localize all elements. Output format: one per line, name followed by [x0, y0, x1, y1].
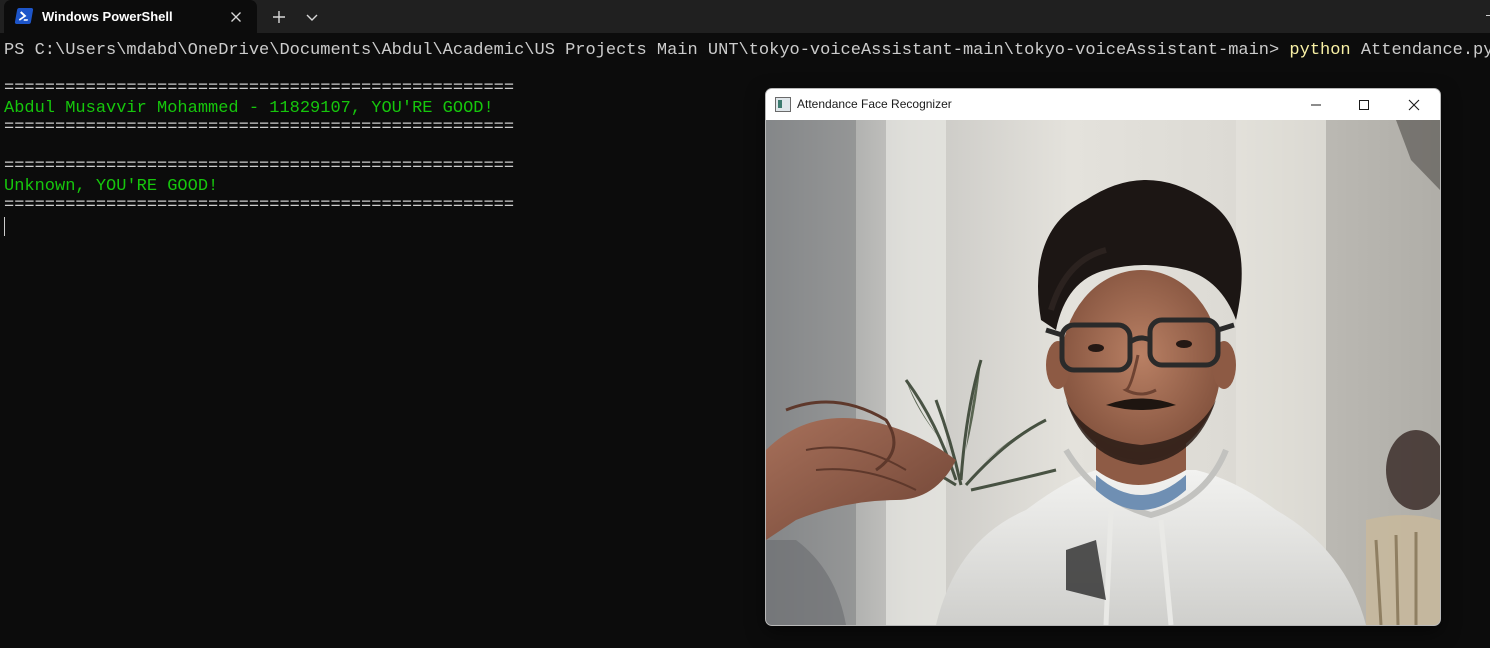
tab-windows-powershell[interactable]: Windows PowerShell: [4, 0, 257, 33]
command-argument: Attendance.py: [1350, 41, 1490, 60]
window-titlebar[interactable]: Attendance Face Recognizer: [766, 89, 1440, 120]
text-cursor: [4, 217, 5, 236]
window-minimize-edge[interactable]: [1486, 15, 1490, 16]
attendance-face-recognizer-window[interactable]: Attendance Face Recognizer: [765, 88, 1441, 626]
tab-bar: Windows PowerShell: [0, 0, 1490, 33]
command-line: PS C:\Users\mdabd\OneDrive\Documents\Abd…: [4, 41, 1490, 61]
window-title: Attendance Face Recognizer: [797, 97, 952, 111]
separator-line: ========================================…: [4, 196, 515, 215]
powershell-icon: [14, 8, 34, 24]
webcam-image: [766, 120, 1440, 625]
webcam-video-frame: [766, 120, 1440, 625]
close-icon: [1408, 99, 1420, 111]
prompt-path: PS C:\Users\mdabd\OneDrive\Documents\Abd…: [4, 41, 1290, 60]
result-line-1: Abdul Musavvir Mohammed - 11829107, YOU'…: [4, 99, 494, 118]
tab-close-icon[interactable]: [226, 7, 246, 27]
separator-line: ========================================…: [4, 118, 515, 137]
result-line-2: Unknown, YOU'RE GOOD!: [4, 177, 219, 196]
command-python: python: [1289, 41, 1351, 60]
minimize-icon: [1311, 104, 1321, 106]
tab-title: Windows PowerShell: [42, 9, 173, 24]
close-button[interactable]: [1390, 89, 1438, 120]
maximize-button[interactable]: [1340, 89, 1388, 120]
maximize-icon: [1359, 100, 1369, 110]
tab-dropdown-chevron-down-icon[interactable]: [302, 6, 322, 28]
opencv-window-icon: [775, 97, 791, 112]
minimize-button[interactable]: [1292, 89, 1340, 120]
separator-line: ========================================…: [4, 79, 515, 98]
new-tab-plus-icon[interactable]: [268, 6, 290, 28]
separator-line: ========================================…: [4, 157, 515, 176]
